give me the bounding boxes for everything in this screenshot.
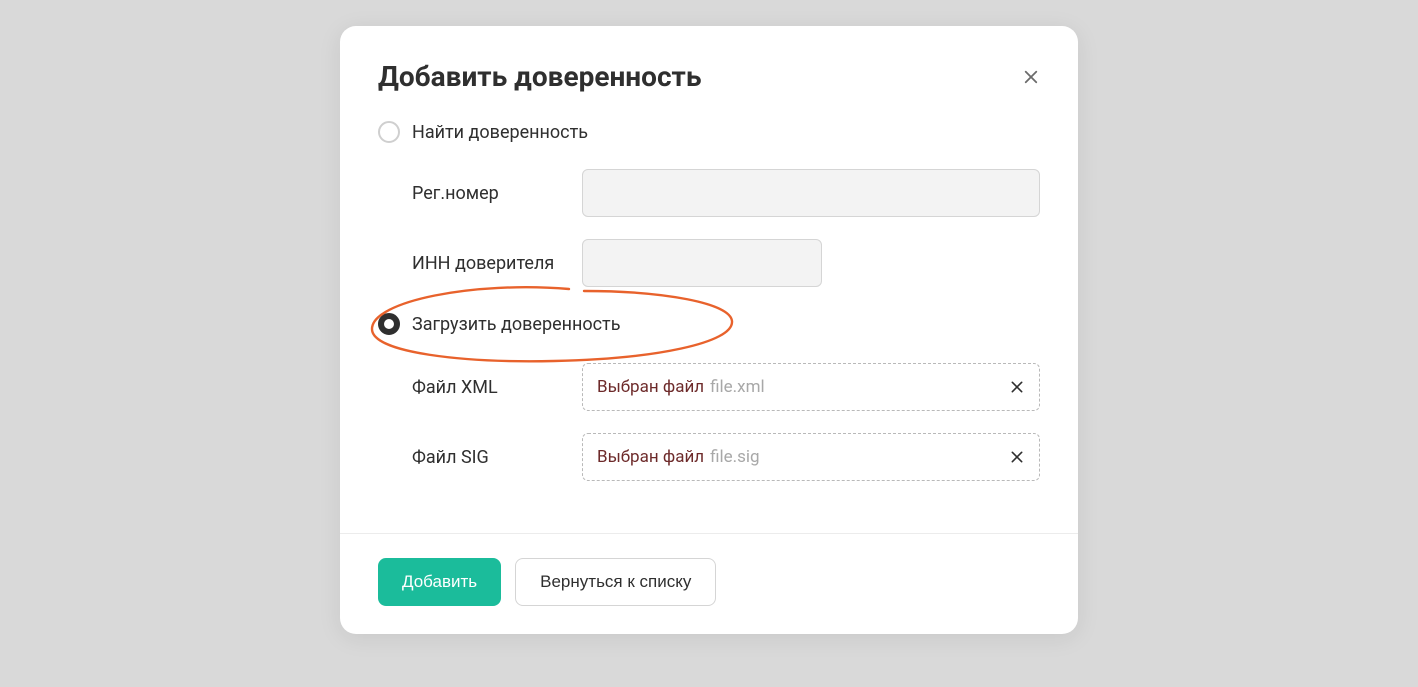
file-xml-row: Файл XML Выбран файл file.xml	[378, 363, 1040, 411]
reg-number-label: Рег.номер	[412, 183, 582, 204]
inn-input[interactable]	[582, 239, 822, 287]
radio-find[interactable]	[378, 121, 400, 143]
file-xml-name: file.xml	[710, 377, 765, 397]
add-power-of-attorney-modal: Добавить доверенность Найти доверенность…	[340, 26, 1078, 634]
radio-upload[interactable]	[378, 313, 400, 335]
reg-number-row: Рег.номер	[378, 169, 1040, 217]
radio-upload-label: Загрузить доверенность	[412, 314, 621, 335]
reg-number-input[interactable]	[582, 169, 1040, 217]
submit-button[interactable]: Добавить	[378, 558, 501, 606]
file-sig-clear[interactable]	[1009, 449, 1025, 465]
file-sig-name: file.sig	[710, 447, 760, 467]
file-xml-prefix: Выбран файл	[597, 377, 704, 397]
close-icon	[1009, 449, 1025, 465]
back-button[interactable]: Вернуться к списку	[515, 558, 716, 606]
radio-upload-row[interactable]: Загрузить доверенность	[378, 313, 1040, 335]
file-sig-box[interactable]: Выбран файл file.sig	[582, 433, 1040, 481]
file-sig-row: Файл SIG Выбран файл file.sig	[378, 433, 1040, 481]
modal-body: Найти доверенность Рег.номер ИНН доверит…	[340, 103, 1078, 533]
inn-label: ИНН доверителя	[412, 253, 582, 274]
file-sig-text: Выбран файл file.sig	[597, 447, 760, 467]
close-icon	[1009, 379, 1025, 395]
close-icon	[1022, 68, 1040, 86]
modal-footer: Добавить Вернуться к списку	[340, 533, 1078, 634]
modal-title: Добавить доверенность	[378, 60, 701, 93]
file-xml-text: Выбран файл file.xml	[597, 377, 765, 397]
inn-row: ИНН доверителя	[378, 239, 1040, 287]
file-xml-label: Файл XML	[412, 377, 582, 398]
file-xml-clear[interactable]	[1009, 379, 1025, 395]
file-sig-label: Файл SIG	[412, 447, 582, 468]
modal-header: Добавить доверенность	[340, 26, 1078, 103]
close-button[interactable]	[1022, 68, 1040, 86]
file-xml-box[interactable]: Выбран файл file.xml	[582, 363, 1040, 411]
radio-find-label: Найти доверенность	[412, 122, 588, 143]
file-sig-prefix: Выбран файл	[597, 447, 704, 467]
radio-find-row[interactable]: Найти доверенность	[378, 121, 1040, 143]
